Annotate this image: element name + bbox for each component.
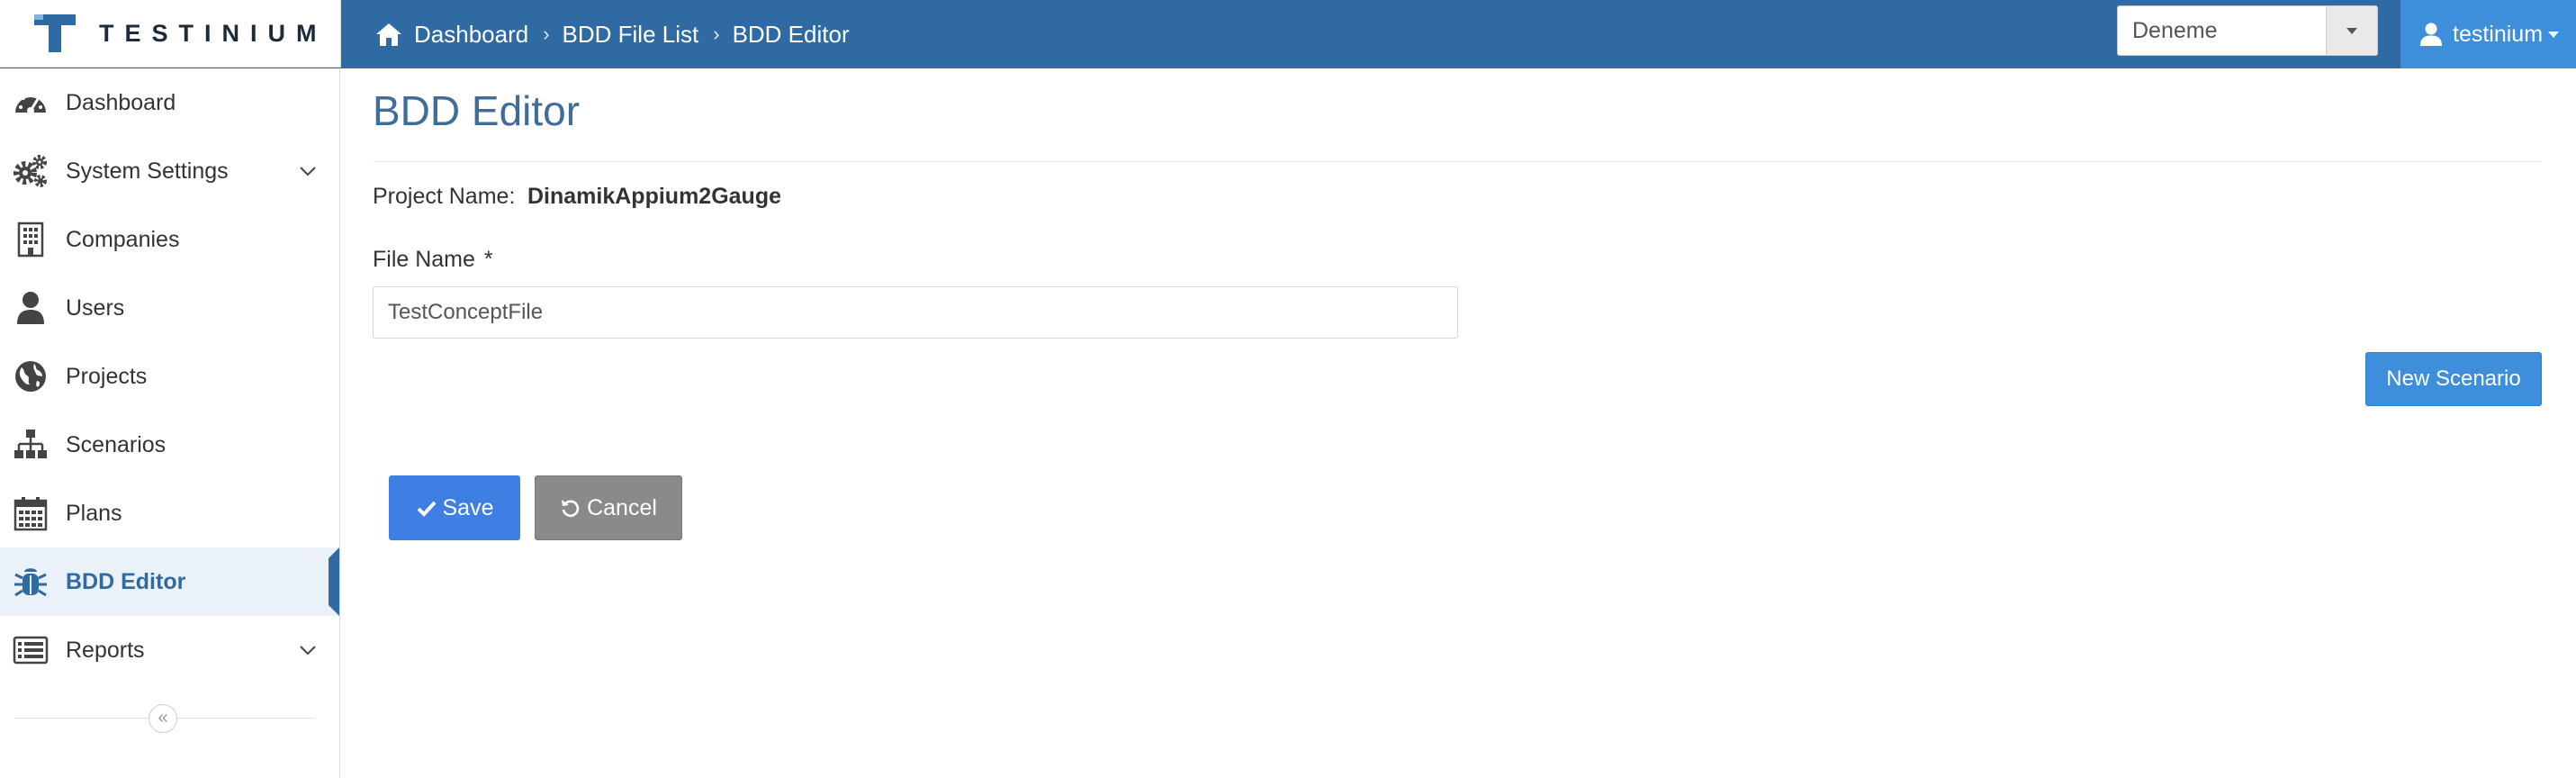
sidebar-item-label: Dashboard	[66, 89, 176, 115]
undo-icon	[562, 500, 580, 518]
check-icon	[417, 501, 436, 517]
top-navbar: TESTINIUM Dashboard › BDD File List › BD…	[0, 0, 2576, 68]
sidebar-item-label: Scenarios	[66, 431, 167, 457]
sidebar-item-bdd-editor[interactable]: BDD Editor	[0, 547, 339, 616]
caret-down-icon	[2548, 31, 2560, 38]
sidebar-item-system-settings[interactable]: System Settings	[0, 137, 339, 205]
user-icon	[2420, 23, 2442, 46]
cancel-button-label: Cancel	[587, 494, 657, 520]
sidebar: Dashboard System Settings Companies User…	[0, 68, 340, 778]
sidebar-item-reports[interactable]: Reports	[0, 616, 339, 684]
sidebar-item-dashboard[interactable]: Dashboard	[0, 68, 339, 137]
brand-logo[interactable]: TESTINIUM	[0, 0, 341, 68]
sidebar-item-projects[interactable]: Projects	[0, 342, 339, 411]
new-scenario-button[interactable]: New Scenario	[2365, 352, 2542, 406]
project-select[interactable]: Deneme	[2117, 5, 2378, 56]
sidebar-item-label: System Settings	[66, 158, 229, 184]
project-select-value: Deneme	[2132, 18, 2218, 43]
cancel-button[interactable]: Cancel	[535, 475, 682, 540]
sidebar-item-label: BDD Editor	[66, 568, 186, 594]
main-content: BDD Editor Project Name: DinamikAppium2G…	[340, 68, 2576, 778]
calendar-icon	[14, 497, 48, 531]
save-button-label: Save	[442, 494, 494, 520]
user-name: testinium	[2453, 21, 2544, 47]
sidebar-item-users[interactable]: Users	[0, 274, 339, 342]
breadcrumb-dashboard[interactable]: Dashboard	[414, 16, 528, 52]
file-name-label: File Name *	[373, 247, 493, 273]
sidebar-item-label: Users	[66, 294, 125, 321]
sidebar-item-plans[interactable]: Plans	[0, 479, 339, 547]
list-icon	[13, 636, 49, 665]
breadcrumb-bdd-file-list[interactable]: BDD File List	[563, 16, 699, 52]
brand-name: TESTINIUM	[99, 20, 328, 47]
project-name-label: Project Name:	[373, 184, 516, 209]
required-marker: *	[483, 247, 493, 272]
sidebar-item-scenarios[interactable]: Scenarios	[0, 411, 339, 479]
breadcrumb-separator-icon: ›	[713, 23, 720, 45]
sidebar-item-label: Plans	[66, 500, 122, 526]
file-name-label-text: File Name	[373, 247, 475, 272]
breadcrumb-separator-icon: ›	[543, 23, 550, 45]
page-title: BDD Editor	[373, 87, 581, 134]
sidebar-item-companies[interactable]: Companies	[0, 205, 339, 274]
title-divider	[373, 161, 2542, 162]
sitemap-icon	[14, 430, 47, 458]
breadcrumb-bdd-editor: BDD Editor	[732, 21, 850, 48]
sidebar-item-label: Reports	[66, 637, 145, 663]
building-icon	[17, 222, 44, 258]
chevron-down-icon	[300, 167, 316, 176]
sidebar-item-label: Companies	[66, 226, 180, 252]
bug-icon	[14, 568, 47, 597]
file-name-input[interactable]	[373, 286, 1458, 339]
testinium-logo-icon	[34, 14, 76, 52]
active-indicator	[329, 547, 339, 616]
user-icon	[17, 292, 44, 324]
double-chevron-left-icon[interactable]: «	[149, 704, 177, 733]
chevron-down-icon[interactable]	[2326, 6, 2377, 55]
dashboard-icon	[14, 93, 46, 114]
chevron-down-icon	[300, 646, 316, 656]
globe-icon	[15, 361, 46, 392]
save-button[interactable]: Save	[389, 475, 520, 540]
gears-icon	[14, 155, 47, 187]
sidebar-item-label: Projects	[66, 363, 148, 389]
home-icon[interactable]	[374, 21, 403, 48]
project-name-value: DinamikAppium2Gauge	[527, 184, 781, 209]
breadcrumb: Dashboard › BDD File List › BDD Editor	[374, 16, 850, 52]
user-menu-button[interactable]: testinium	[2400, 0, 2576, 68]
